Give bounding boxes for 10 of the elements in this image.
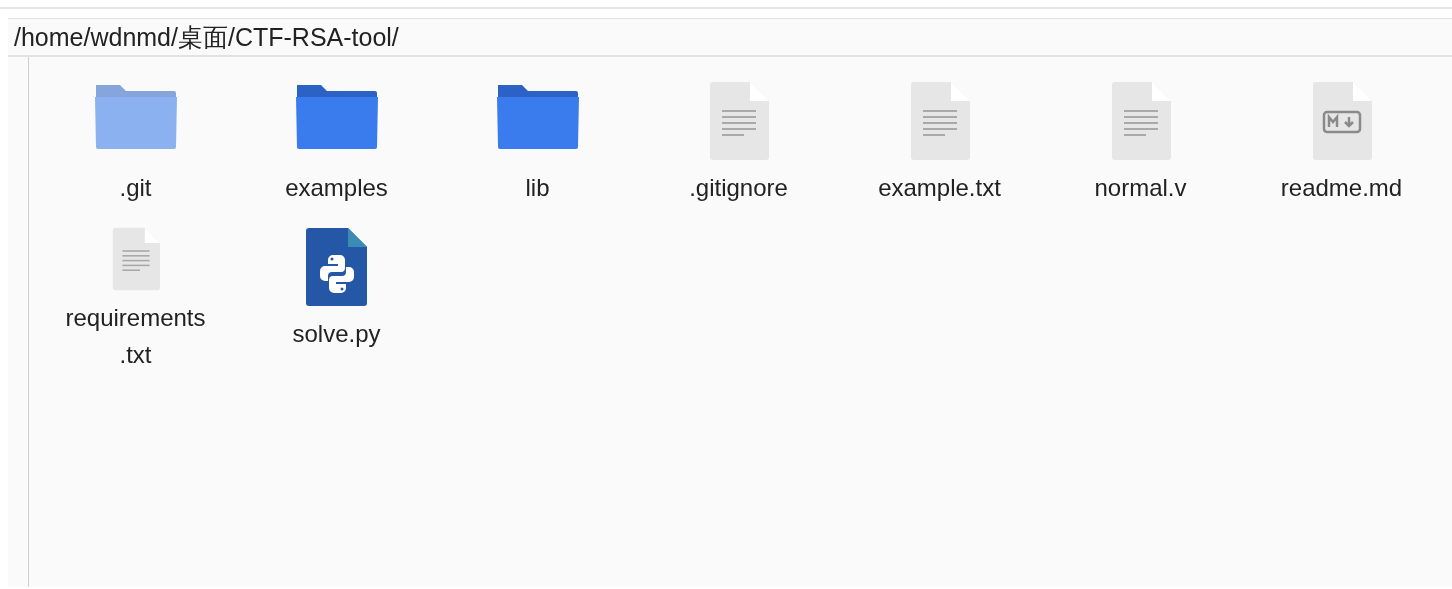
- file-name[interactable]: .gitignore: [689, 169, 788, 206]
- file-name[interactable]: normal.v: [1094, 169, 1187, 206]
- file-name[interactable]: lib: [525, 169, 550, 206]
- location-path[interactable]: /home/wdnmd/桌面/CTF-RSA-tool/: [14, 23, 399, 51]
- file-name[interactable]: .git: [119, 169, 152, 206]
- file-name[interactable]: example.txt: [878, 169, 1001, 206]
- file-name[interactable]: examples: [285, 169, 388, 206]
- file-name[interactable]: requirements.txt: [49, 299, 222, 373]
- file-name[interactable]: solve.py: [292, 315, 381, 352]
- file-name[interactable]: readme.md: [1280, 169, 1403, 206]
